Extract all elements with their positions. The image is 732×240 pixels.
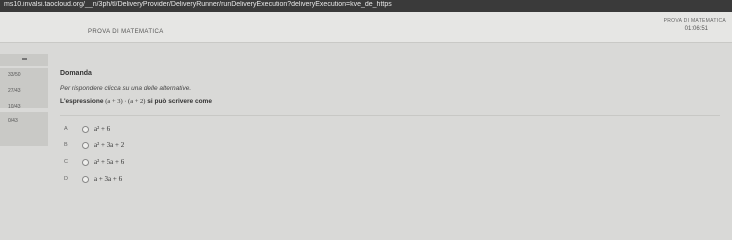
- test-header: PROVA DI MATEMATICA PROVA DI MATEMATICA …: [0, 12, 732, 43]
- radio-button[interactable]: [82, 159, 89, 166]
- prompt-math: (a + 3) · (a + 2): [105, 98, 146, 105]
- test-title: PROVA DI MATEMATICA: [88, 29, 164, 35]
- radio-button[interactable]: [82, 126, 89, 133]
- prompt-after: si può scrivere come: [147, 98, 212, 105]
- divider: [60, 115, 720, 116]
- option-letter: C: [64, 159, 68, 165]
- option-a[interactable]: A a² + 6: [64, 124, 264, 136]
- sidebar-item-progress[interactable]: 0/43: [8, 118, 18, 124]
- question-heading: Domanda: [60, 70, 92, 77]
- option-text: a + 3a + 6: [94, 175, 123, 183]
- sidebar-item-progress[interactable]: 10/43: [8, 104, 21, 110]
- question-instructions: Per rispondere clicca su una delle alter…: [60, 85, 192, 92]
- option-letter: A: [64, 126, 68, 132]
- question-prompt: L'espressione (a + 3) · (a + 2) si può s…: [60, 98, 212, 105]
- browser-url-bar[interactable]: ms10.invalsi.taocloud.org/__n/3ph/tl/Del…: [0, 0, 732, 12]
- radio-button[interactable]: [82, 176, 89, 183]
- sidebar-item-progress[interactable]: 33/50: [8, 72, 21, 78]
- sidebar-item-progress[interactable]: 27/43: [8, 88, 21, 94]
- radio-button[interactable]: [82, 142, 89, 149]
- option-c[interactable]: C a² + 5a + 6: [64, 157, 264, 169]
- prompt-before: L'espressione: [60, 98, 104, 105]
- header-right-title: PROVA DI MATEMATICA: [663, 18, 726, 24]
- url-text: ms10.invalsi.taocloud.org/__n/3ph/tl/Del…: [4, 1, 392, 8]
- option-d[interactable]: D a + 3a + 6: [64, 174, 264, 186]
- collapse-handle-icon: [22, 58, 27, 60]
- section-sidebar: 33/50 27/43 10/43 0/43: [0, 54, 50, 240]
- option-text: a² + 3a + 2: [94, 141, 125, 149]
- option-text: a² + 6: [94, 125, 111, 133]
- timer: 01:06:51: [684, 26, 708, 32]
- question-panel: Domanda Per rispondere clicca su una del…: [50, 60, 732, 240]
- sidebar-toggle[interactable]: [0, 54, 48, 66]
- option-b[interactable]: B a² + 3a + 2: [64, 140, 264, 152]
- option-letter: D: [64, 176, 68, 182]
- option-text: a² + 5a + 6: [94, 158, 125, 166]
- option-letter: B: [64, 142, 68, 148]
